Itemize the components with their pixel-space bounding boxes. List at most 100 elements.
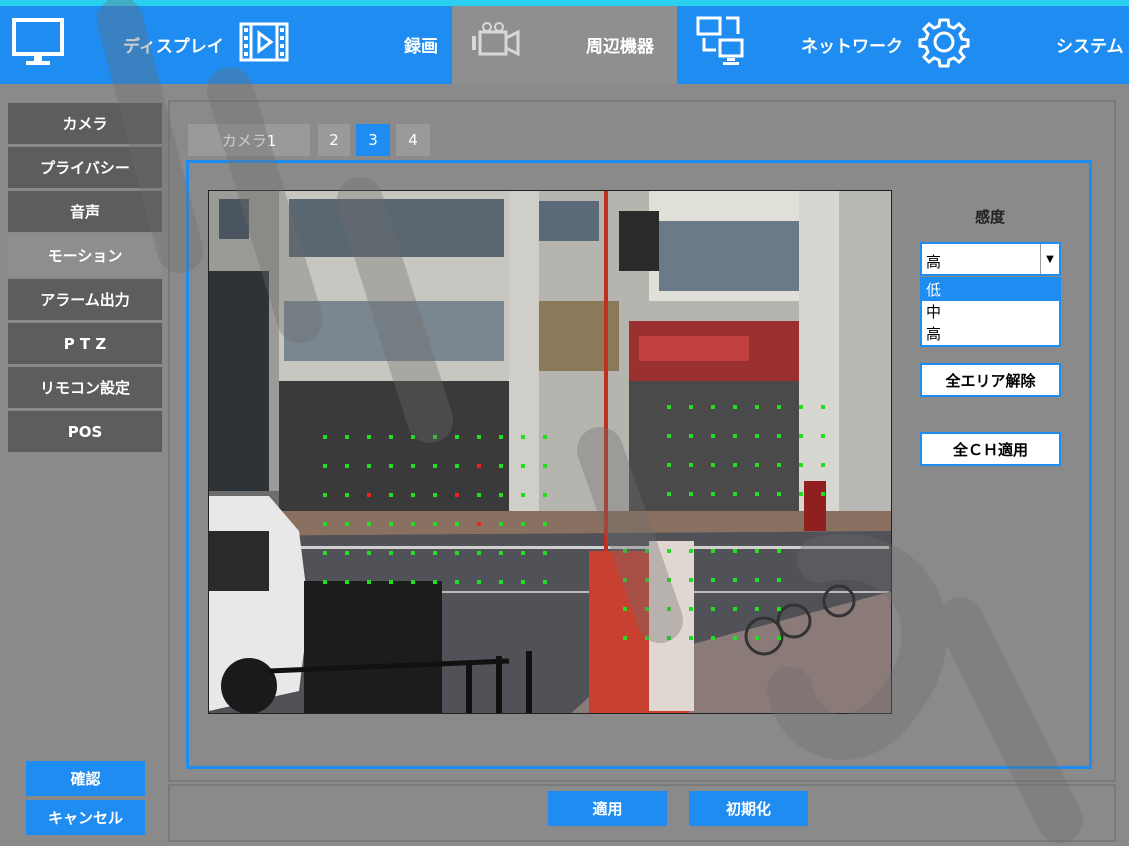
motion-cell-dot bbox=[543, 464, 547, 468]
motion-cell-dot bbox=[689, 549, 693, 553]
network-icon[interactable] bbox=[692, 14, 748, 70]
motion-cell-dot bbox=[389, 522, 393, 526]
motion-cell-dot bbox=[667, 405, 671, 409]
apply-all-channels-button[interactable]: 全ＣＨ適用 bbox=[920, 432, 1061, 466]
nav-system[interactable]: システム bbox=[1056, 32, 1124, 57]
sensitivity-option-medium[interactable]: 中 bbox=[922, 301, 1059, 323]
motion-cell-dot bbox=[455, 580, 459, 584]
sidebar-item-camera[interactable]: カメラ bbox=[8, 103, 162, 145]
nav-network[interactable]: ネットワーク bbox=[801, 32, 903, 57]
motion-cell-dot bbox=[433, 493, 437, 497]
motion-cell-dot bbox=[477, 522, 481, 526]
motion-cell-dot bbox=[777, 463, 781, 467]
motion-cell-dot bbox=[667, 463, 671, 467]
motion-cell-dot bbox=[499, 464, 503, 468]
motion-cell-dot bbox=[777, 578, 781, 582]
motion-cell-dot bbox=[733, 607, 737, 611]
motion-cell-dot bbox=[711, 636, 715, 640]
motion-cell-dot bbox=[711, 434, 715, 438]
motion-cell-dot bbox=[367, 464, 371, 468]
motion-cell-dot bbox=[543, 580, 547, 584]
camera-preview[interactable] bbox=[208, 190, 892, 714]
motion-cell-dot bbox=[367, 580, 371, 584]
motion-cell-dot bbox=[821, 492, 825, 496]
motion-cell-dot bbox=[733, 549, 737, 553]
sensitivity-option-high[interactable]: 高 bbox=[922, 323, 1059, 345]
motion-cell-dot bbox=[667, 578, 671, 582]
motion-cell-dot bbox=[755, 463, 759, 467]
motion-cell-dot bbox=[689, 578, 693, 582]
confirm-button[interactable]: 確認 bbox=[26, 761, 145, 796]
motion-cell-dot bbox=[499, 522, 503, 526]
motion-cell-dot bbox=[543, 551, 547, 555]
motion-cell-dot bbox=[411, 551, 415, 555]
motion-cell-dot bbox=[345, 580, 349, 584]
camera-icon[interactable] bbox=[466, 14, 522, 70]
sensitivity-dropdown-list: 低 中 高 bbox=[920, 277, 1061, 347]
motion-cell-dot bbox=[733, 636, 737, 640]
motion-cell-dot bbox=[521, 493, 525, 497]
motion-cell-dot bbox=[689, 405, 693, 409]
motion-cell-dot bbox=[499, 435, 503, 439]
motion-cell-dot bbox=[689, 607, 693, 611]
motion-cell-dot bbox=[777, 405, 781, 409]
motion-cell-dot bbox=[667, 492, 671, 496]
sidebar-item-alarm-output[interactable]: アラーム出力 bbox=[8, 279, 162, 321]
motion-cell-dot bbox=[411, 435, 415, 439]
gear-icon[interactable] bbox=[916, 14, 972, 70]
motion-cell-dot bbox=[455, 493, 459, 497]
motion-cell-dot bbox=[799, 492, 803, 496]
tab-camera-3[interactable]: 3 bbox=[356, 124, 390, 156]
chevron-down-icon[interactable]: ▼ bbox=[1040, 244, 1059, 274]
tab-camera-4[interactable]: 4 bbox=[396, 124, 430, 156]
sidebar-item-motion[interactable]: モーション bbox=[8, 235, 162, 277]
motion-cell-dot bbox=[821, 405, 825, 409]
motion-cell-dot bbox=[645, 636, 649, 640]
tab-camera-2[interactable]: 2 bbox=[318, 124, 350, 156]
reset-default-button[interactable]: 初期化 bbox=[689, 791, 808, 826]
motion-cell-dot bbox=[711, 492, 715, 496]
motion-cell-dot bbox=[367, 435, 371, 439]
motion-cell-dot bbox=[689, 492, 693, 496]
clear-all-areas-button[interactable]: 全エリア解除 bbox=[920, 363, 1061, 397]
motion-cell-dot bbox=[389, 580, 393, 584]
display-monitor-icon[interactable] bbox=[10, 14, 66, 70]
nav-record[interactable]: 録画 bbox=[404, 32, 438, 57]
motion-cell-dot bbox=[521, 435, 525, 439]
sensitivity-option-low[interactable]: 低 bbox=[922, 279, 1059, 301]
motion-cell-dot bbox=[411, 493, 415, 497]
motion-cell-dot bbox=[755, 405, 759, 409]
motion-cell-dot bbox=[455, 435, 459, 439]
motion-cell-dot bbox=[799, 405, 803, 409]
motion-cell-dot bbox=[389, 493, 393, 497]
motion-cell-dot bbox=[667, 549, 671, 553]
motion-cell-dot bbox=[755, 578, 759, 582]
apply-button[interactable]: 適用 bbox=[548, 791, 667, 826]
motion-cell-dot bbox=[323, 551, 327, 555]
nav-display[interactable]: ディスプレイ bbox=[123, 32, 224, 57]
motion-cell-dot bbox=[367, 493, 371, 497]
motion-cell-dot bbox=[345, 522, 349, 526]
motion-cell-dot bbox=[543, 493, 547, 497]
sidebar-item-remote-control[interactable]: リモコン設定 bbox=[8, 367, 162, 409]
motion-cell-dot bbox=[389, 464, 393, 468]
motion-cell-dot bbox=[623, 578, 627, 582]
motion-cell-dot bbox=[345, 551, 349, 555]
cancel-button[interactable]: キャンセル bbox=[26, 800, 145, 835]
sidebar-item-audio[interactable]: 音声 bbox=[8, 191, 162, 233]
motion-cell-dot bbox=[689, 636, 693, 640]
motion-cell-dot bbox=[733, 405, 737, 409]
tab-camera-1[interactable]: カメラ1 bbox=[188, 124, 310, 156]
nav-peripheral[interactable]: 周辺機器 bbox=[586, 32, 654, 57]
sidebar-item-pos[interactable]: POS bbox=[8, 411, 162, 453]
sensitivity-select[interactable]: 高 ▼ bbox=[920, 242, 1061, 276]
motion-cell-dot bbox=[667, 434, 671, 438]
motion-cell-dot bbox=[755, 636, 759, 640]
sensitivity-selected-value: 高 bbox=[926, 253, 942, 271]
sidebar-item-ptz[interactable]: P T Z bbox=[8, 323, 162, 365]
sidebar-item-privacy[interactable]: プライバシー bbox=[8, 147, 162, 189]
motion-cell-dot bbox=[477, 493, 481, 497]
sensitivity-label: 感度 bbox=[974, 208, 1005, 226]
motion-cell-dot bbox=[323, 464, 327, 468]
record-film-icon[interactable] bbox=[236, 14, 292, 70]
